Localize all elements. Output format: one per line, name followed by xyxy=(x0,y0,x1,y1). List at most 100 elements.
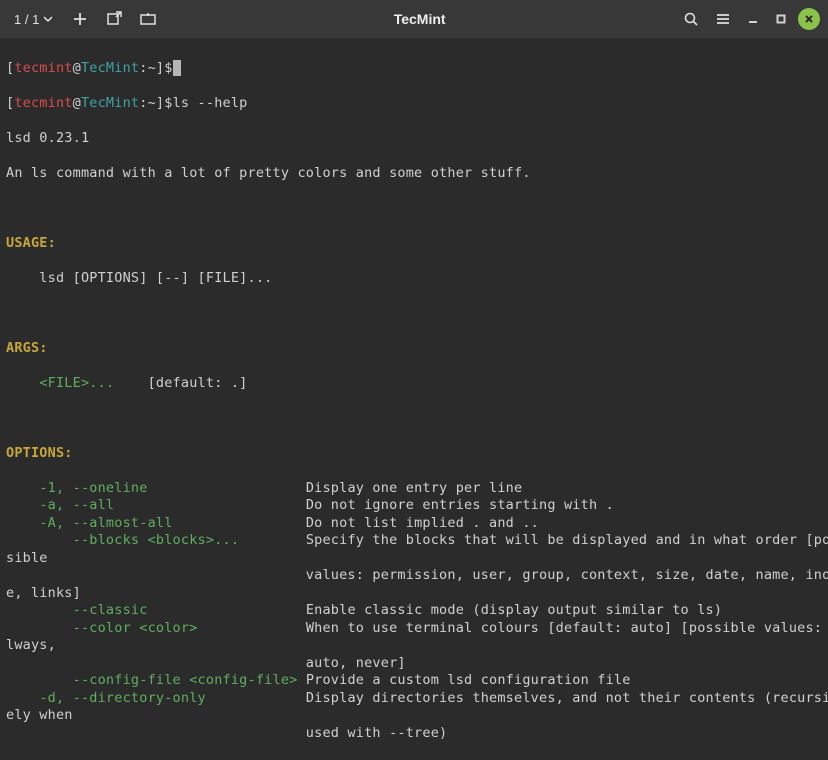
tab-counter[interactable]: 1 / 1 xyxy=(8,8,59,31)
option-row: -A, --almost-all Do not list implied . a… xyxy=(6,515,822,533)
indent xyxy=(6,655,306,673)
option-flag: -d, --directory-only xyxy=(39,690,206,706)
prompt-dollar: $ xyxy=(164,60,172,76)
option-row: --config-file <config-file> Provide a cu… xyxy=(6,672,822,690)
terminal-content[interactable]: [tecmint@TecMint:~]$ [tecmint@TecMint:~]… xyxy=(0,38,828,760)
help-description: An ls command with a lot of pretty color… xyxy=(6,165,822,183)
indent xyxy=(206,690,306,708)
titlebar: 1 / 1 TecMint xyxy=(0,0,828,38)
split-terminal-button[interactable] xyxy=(135,6,161,32)
args-line: <FILE>... [default: .] xyxy=(6,375,822,393)
option-row: used with --tree) xyxy=(6,725,822,743)
option-row: --color <color> When to use terminal col… xyxy=(6,620,822,638)
blank-line xyxy=(6,410,822,428)
titlebar-left: 1 / 1 xyxy=(8,6,161,32)
option-desc-wrap: e, links] xyxy=(6,585,81,601)
prompt-line-2: [tecmint@TecMint:~]$ls --help xyxy=(6,95,822,113)
option-desc-wrap: ely when xyxy=(6,707,73,723)
option-flag: -A, --almost-all xyxy=(39,515,172,531)
titlebar-right xyxy=(678,6,820,32)
option-row: auto, never] xyxy=(6,655,822,673)
option-row: -d, --directory-only Display directories… xyxy=(6,690,822,708)
indent xyxy=(6,497,39,515)
args-file: <FILE>... xyxy=(39,375,114,391)
options-header: OPTIONS: xyxy=(6,445,822,463)
option-desc: Provide a custom lsd configuration file xyxy=(306,672,631,688)
option-row: -1, --oneline Display one entry per line xyxy=(6,480,822,498)
option-flag: --classic xyxy=(39,602,147,618)
blank-line xyxy=(6,200,822,218)
option-flag: -1, --oneline xyxy=(39,480,147,496)
menu-button[interactable] xyxy=(710,6,736,32)
indent xyxy=(6,532,39,550)
indent xyxy=(6,672,39,690)
args-header: ARGS: xyxy=(6,340,822,358)
option-desc: Display one entry per line xyxy=(306,480,523,496)
indent xyxy=(198,620,306,638)
option-desc: used with --tree) xyxy=(306,725,448,741)
option-desc: Specify the blocks that will be displaye… xyxy=(306,532,828,548)
indent xyxy=(148,480,306,498)
option-row: e, links] xyxy=(6,585,822,603)
indent xyxy=(6,620,39,638)
options-list: -1, --oneline Display one entry per line… xyxy=(6,480,822,743)
option-flag: -a, --all xyxy=(39,497,114,513)
indent xyxy=(6,480,39,498)
indent xyxy=(239,532,306,550)
option-desc: auto, never] xyxy=(306,655,406,671)
option-desc-wrap: sible xyxy=(6,550,48,566)
new-window-button[interactable] xyxy=(101,6,127,32)
indent xyxy=(114,497,306,515)
search-button[interactable] xyxy=(678,6,704,32)
option-row: sible xyxy=(6,550,822,568)
cursor-icon xyxy=(173,60,181,76)
option-desc: When to use terminal colours [default: a… xyxy=(306,620,828,636)
option-row: ely when xyxy=(6,707,822,725)
prompt-at: @ xyxy=(73,60,81,76)
help-version: lsd 0.23.1 xyxy=(6,130,822,148)
minimize-button[interactable] xyxy=(742,8,764,30)
prompt-host: TecMint xyxy=(81,95,139,111)
option-desc: values: permission, user, group, context… xyxy=(306,567,828,583)
prompt-path: :~ xyxy=(139,95,156,111)
close-button[interactable] xyxy=(798,8,820,30)
args-default: [default: .] xyxy=(148,375,248,391)
option-flag: --color <color> xyxy=(39,620,197,636)
bracket-close: ] xyxy=(156,60,164,76)
indent xyxy=(173,515,306,533)
indent xyxy=(6,690,39,708)
option-row: values: permission, user, group, context… xyxy=(6,567,822,585)
prompt-at: @ xyxy=(73,95,81,111)
chevron-down-icon xyxy=(43,14,53,24)
maximize-button[interactable] xyxy=(770,8,792,30)
indent xyxy=(148,602,306,620)
tab-count-text: 1 / 1 xyxy=(14,12,39,27)
blank-line xyxy=(6,305,822,323)
usage-line: lsd [OPTIONS] [--] [FILE]... xyxy=(6,270,822,288)
usage-header: USAGE: xyxy=(6,235,822,253)
indent xyxy=(6,567,306,585)
option-flag: --config-file <config-file> xyxy=(39,672,297,688)
prompt-host: TecMint xyxy=(81,60,139,76)
prompt-line-1: [tecmint@TecMint:~]$ xyxy=(6,60,822,78)
option-row: --classic Enable classic mode (display o… xyxy=(6,602,822,620)
option-desc: Do not ignore entries starting with . xyxy=(306,497,614,513)
prompt-path: :~ xyxy=(139,60,156,76)
option-desc: Enable classic mode (display output simi… xyxy=(306,602,722,618)
command-text: ls --help xyxy=(173,95,248,111)
indent xyxy=(6,725,306,743)
prompt-dollar: $ xyxy=(164,95,172,111)
indent xyxy=(6,602,39,620)
new-tab-button[interactable] xyxy=(67,6,93,32)
option-row: -a, --all Do not ignore entries starting… xyxy=(6,497,822,515)
option-desc-wrap: lways, xyxy=(6,637,56,653)
option-row: lways, xyxy=(6,637,822,655)
prompt-user: tecmint xyxy=(14,60,72,76)
indent xyxy=(297,672,305,690)
indent xyxy=(6,515,39,533)
option-flag: --blocks <blocks>... xyxy=(39,532,239,548)
option-desc: Do not list implied . and .. xyxy=(306,515,539,531)
option-row: --blocks <blocks>... Specify the blocks … xyxy=(6,532,822,550)
bracket-close: ] xyxy=(156,95,164,111)
prompt-user: tecmint xyxy=(14,95,72,111)
